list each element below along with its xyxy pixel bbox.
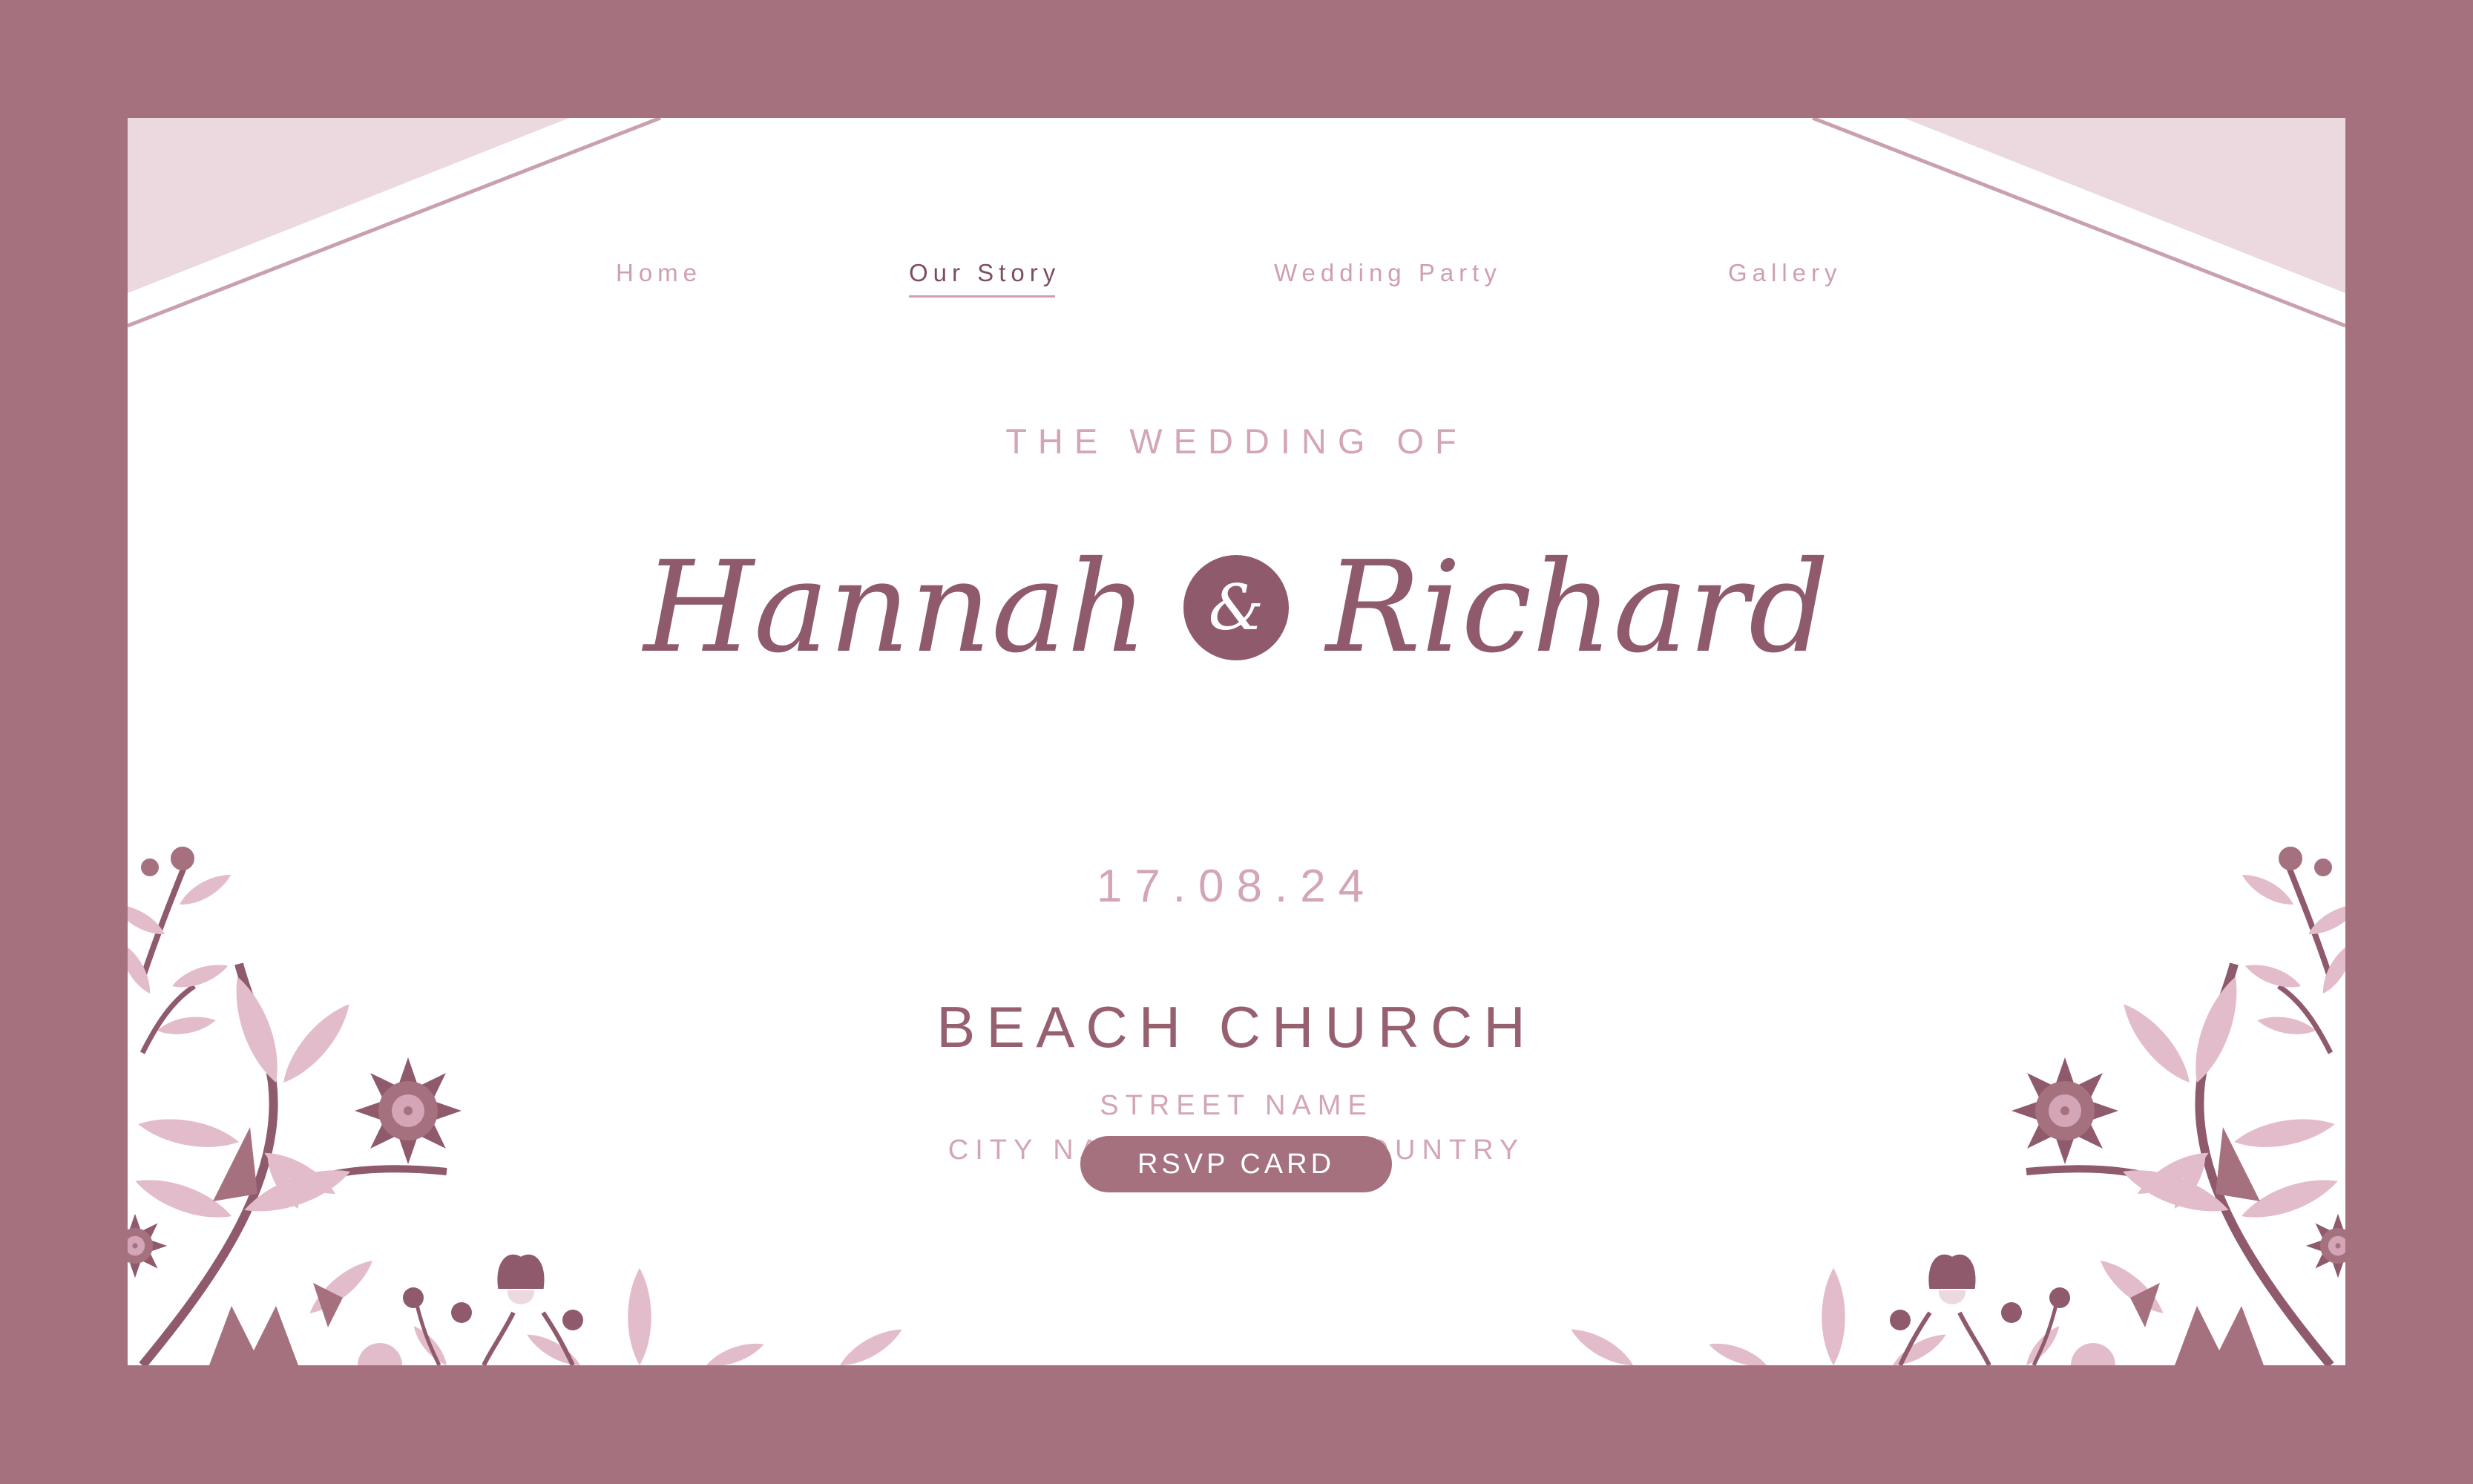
hero-overline: THE WEDDING OF	[1005, 421, 1468, 461]
invitation-card: Home Our Story Wedding Party Gallery THE…	[128, 118, 2345, 1365]
wedding-date: 17.08.24	[1096, 861, 1377, 912]
nav-home[interactable]: Home	[616, 259, 702, 287]
venue-name: BEACH CHURCH	[936, 994, 1537, 1060]
nav-gallery[interactable]: Gallery	[1728, 259, 1842, 287]
bride-name: Hannah	[643, 534, 1148, 681]
nav-wedding-party[interactable]: Wedding Party	[1274, 259, 1502, 287]
groom-name: Richard	[1325, 534, 1830, 681]
venue-street: STREET NAME	[1100, 1090, 1373, 1121]
rsvp-button[interactable]: RSVP CARD	[1080, 1136, 1392, 1192]
couple-names: Hannah & Richard	[128, 519, 2345, 697]
nav-our-story[interactable]: Our Story	[909, 259, 1060, 298]
ampersand-badge: &	[1183, 555, 1289, 660]
main-nav: Home Our Story Wedding Party Gallery	[128, 259, 2345, 318]
